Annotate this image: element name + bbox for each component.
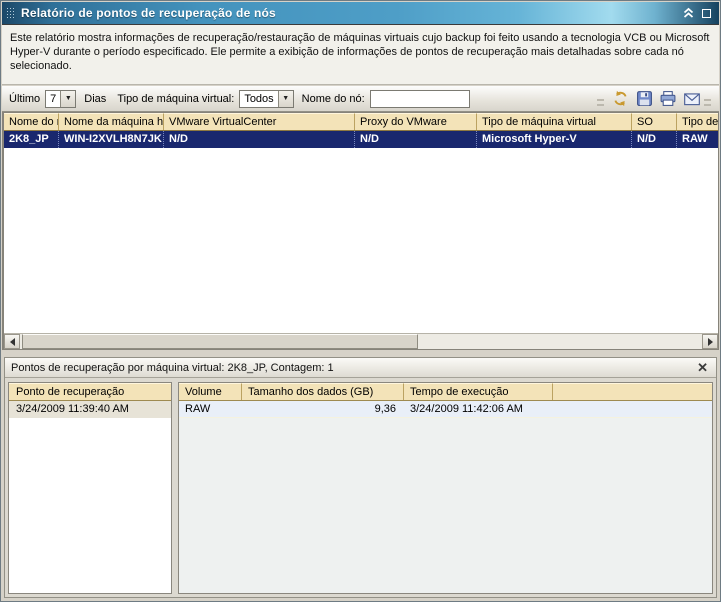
recovery-points-panel: Pontos de recuperação por máquina virtua… <box>4 357 717 598</box>
scroll-left-button[interactable] <box>4 334 20 349</box>
table-row[interactable]: RAW 9,36 3/24/2009 11:42:06 AM <box>179 401 712 418</box>
maximize-icon[interactable] <box>702 8 711 18</box>
header-cell[interactable]: Tipo de <box>677 113 718 130</box>
vm-type-select[interactable]: Todos ▼ <box>239 89 294 108</box>
nodes-table: Nome do nó Nome da máquina host VMware V… <box>2 112 719 350</box>
scrollbar-thumb[interactable] <box>22 334 418 349</box>
print-icon[interactable] <box>657 89 679 109</box>
node-name-input[interactable] <box>369 89 470 108</box>
report-description: Este relatório mostra informações de rec… <box>2 25 719 85</box>
table-row-selected[interactable]: 2K8_JP WIN-I2XVLH8N7JK N/D N/D Microsoft… <box>4 131 718 148</box>
row-cell: N/D <box>632 131 677 148</box>
window-title: Relatório de pontos de recuperação de nó… <box>21 6 276 20</box>
refresh-icon[interactable] <box>609 89 631 109</box>
header-cell[interactable]: Tipo de máquina virtual <box>477 113 632 130</box>
close-icon[interactable]: ✕ <box>695 361 710 374</box>
vm-type-select-value: Todos <box>244 92 274 105</box>
vm-type-label: Tipo de máquina virtual: <box>117 92 235 105</box>
header-cell[interactable]: Proxy do VMware <box>355 113 477 130</box>
days-select-value: 7 <box>50 92 57 105</box>
filter-toolbar: Último 7 ▼ Dias Tipo de máquina virtual:… <box>2 86 719 112</box>
nodes-table-header: Nome do nó Nome da máquina host VMware V… <box>4 113 718 131</box>
header-cell[interactable]: Nome da máquina host <box>59 113 164 130</box>
header-cell[interactable]: Nome do nó <box>4 113 59 130</box>
recovery-points-panel-titlebar: Pontos de recuperação por máquina virtua… <box>5 358 716 378</box>
node-name-label: Nome do nó: <box>301 92 365 105</box>
header-cell[interactable]: SO <box>632 113 677 130</box>
drag-handle-icon[interactable] <box>6 7 16 19</box>
days-select[interactable]: 7 ▼ <box>45 89 77 108</box>
scroll-right-button[interactable] <box>702 334 718 349</box>
save-icon[interactable] <box>633 89 655 109</box>
recovery-points-panel-body: Ponto de recuperação 3/24/2009 11:39:40 … <box>5 379 716 597</box>
row-cell: 2K8_JP <box>4 131 59 148</box>
row-cell: 9,36 <box>374 403 396 415</box>
toolbar-separator <box>704 99 711 106</box>
horizontal-scrollbar[interactable] <box>4 333 718 349</box>
email-icon[interactable] <box>681 89 703 109</box>
row-cell: WIN-I2XVLH8N7JK <box>59 131 164 148</box>
recovery-point-list: Ponto de recuperação 3/24/2009 11:39:40 … <box>8 382 172 594</box>
last-label: Último <box>9 92 41 105</box>
recovery-point-list-header[interactable]: Ponto de recuperação <box>9 383 171 401</box>
chevron-down-icon[interactable]: ▼ <box>60 90 76 107</box>
chevron-down-icon[interactable]: ▼ <box>277 90 293 107</box>
header-cell[interactable]: Tempo de execução <box>404 383 553 400</box>
header-cell[interactable]: Tamanho dos dados (GB) <box>242 383 404 400</box>
scrollbar-track[interactable] <box>20 334 702 349</box>
row-cell: N/D <box>355 131 477 148</box>
report-window: Relatório de pontos de recuperação de nó… <box>0 0 721 602</box>
header-cell[interactable] <box>553 383 712 400</box>
row-cell: RAW <box>682 133 708 145</box>
volumes-table-header: Volume Tamanho dos dados (GB) Tempo de e… <box>179 383 712 401</box>
volumes-table: Volume Tamanho dos dados (GB) Tempo de e… <box>178 382 713 594</box>
row-cell: N/D <box>164 131 355 148</box>
row-cell: RAW <box>185 403 211 415</box>
days-label: Dias <box>84 92 107 105</box>
list-item-selected[interactable]: 3/24/2009 11:39:40 AM <box>9 401 171 418</box>
header-cell[interactable]: VMware VirtualCenter <box>164 113 355 130</box>
collapse-icon[interactable] <box>682 7 695 19</box>
header-cell[interactable]: Volume <box>179 383 242 400</box>
window-titlebar[interactable]: Relatório de pontos de recuperação de nó… <box>2 2 719 25</box>
toolbar-separator <box>597 99 604 106</box>
row-cell: Microsoft Hyper-V <box>477 131 632 148</box>
row-cell <box>553 401 712 417</box>
row-cell: 3/24/2009 11:42:06 AM <box>410 403 523 415</box>
recovery-points-panel-title: Pontos de recuperação por máquina virtua… <box>11 361 334 374</box>
